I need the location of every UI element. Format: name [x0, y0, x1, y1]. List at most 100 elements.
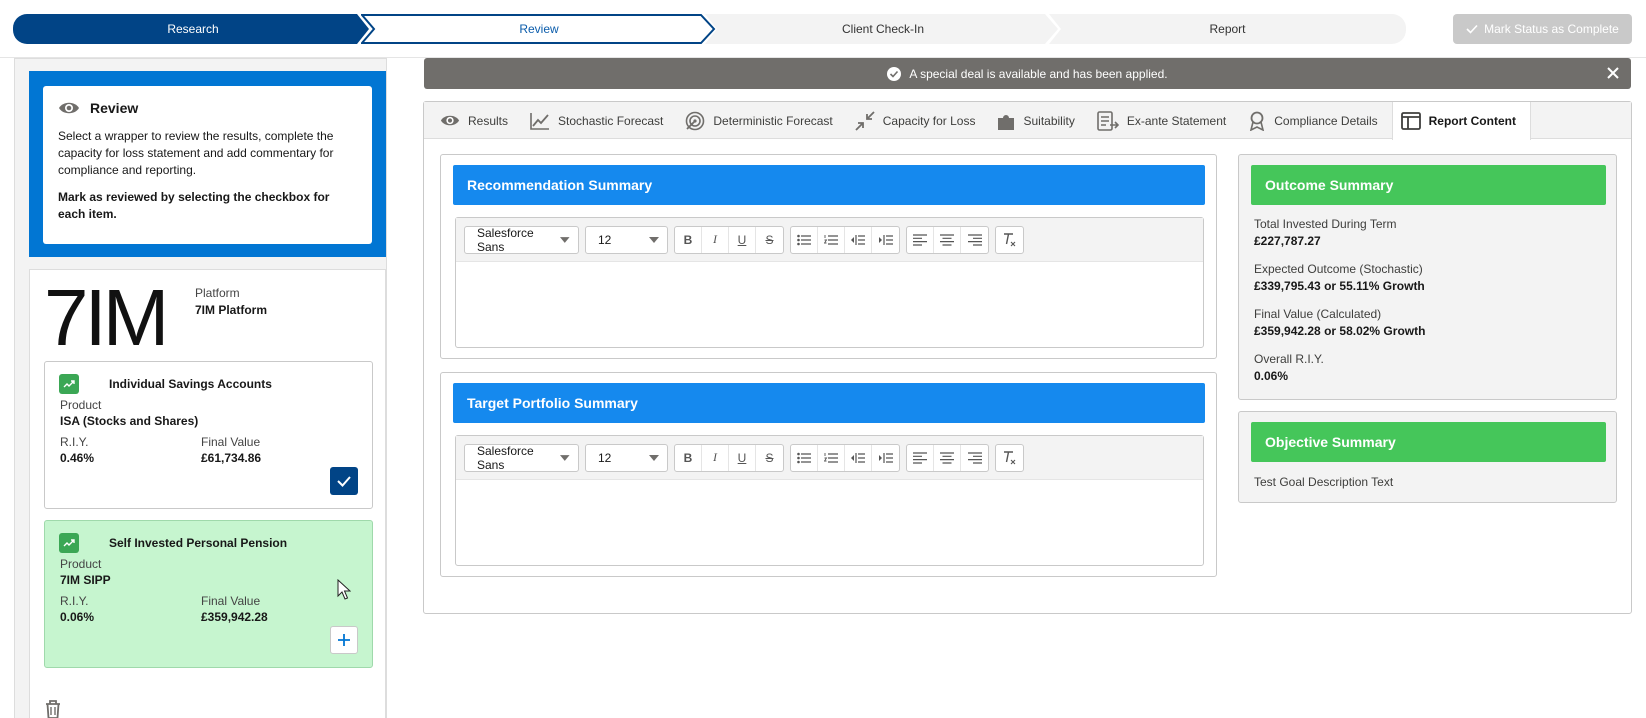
puzzle-icon [998, 114, 1015, 130]
recommendation-summary-section: Recommendation Summary Salesforce Sans 1… [440, 154, 1217, 359]
summary-label: Expected Outcome (Stochastic) [1254, 262, 1423, 276]
path-step-review[interactable]: Review [361, 14, 717, 44]
tab-compliance-details[interactable]: Compliance Details [1240, 102, 1391, 139]
indent-button[interactable] [872, 227, 899, 253]
clear-formatting-icon [1003, 232, 1015, 246]
eye-icon [59, 102, 79, 114]
tab-label: Report Content [1428, 114, 1516, 128]
wrapper-title: Self Invested Personal Pension [109, 536, 288, 550]
path-step-label: Research [167, 22, 219, 36]
tab-suitability[interactable]: Suitability [989, 102, 1088, 139]
align-center-button[interactable] [934, 444, 961, 471]
italic-button[interactable]: I [702, 444, 729, 471]
reviewed-checkbox[interactable] [330, 467, 358, 495]
chevron-down-icon [560, 236, 570, 243]
font-size-select[interactable]: 12 [585, 443, 668, 472]
font-family-select[interactable]: Salesforce Sans [464, 443, 579, 472]
align-left-button[interactable] [907, 444, 934, 471]
path-step-label: Client Check-In [841, 22, 925, 36]
tab-ex-ante-statement[interactable]: Ex-ante Statement [1089, 102, 1240, 139]
path-step-research[interactable]: Research [13, 14, 373, 44]
indent-icon [878, 452, 893, 463]
review-card: Review Select a wrapper to review the re… [43, 86, 372, 244]
bullet-list-button[interactable] [791, 444, 818, 471]
summary-label: Total Invested During Term [1254, 217, 1397, 231]
review-instructions-panel: Review Select a wrapper to review the re… [29, 71, 386, 257]
numbered-list-button[interactable] [818, 226, 845, 253]
font-family-select[interactable]: Salesforce Sans [464, 225, 579, 254]
editor-toolbar: Salesforce Sans 12 B I U S [456, 218, 1203, 262]
align-left-button[interactable] [907, 226, 934, 253]
bold-button[interactable]: B [675, 226, 702, 253]
mouse-cursor [337, 579, 351, 600]
product-label: Product [60, 557, 102, 571]
final-value: £359,942.28 [201, 610, 268, 624]
font-size-select[interactable]: 12 [585, 225, 668, 254]
path-step-client-check-in[interactable]: Client Check-In [705, 14, 1061, 44]
platform-label: Platform [195, 286, 240, 300]
riy-value: 0.06% [60, 610, 95, 624]
checkmark-icon [337, 476, 351, 487]
bullet-list-button[interactable] [791, 226, 818, 253]
special-deal-banner: A special deal is available and has been… [424, 58, 1631, 89]
summary-value: 0.06% [1254, 369, 1289, 383]
contract-arrows-icon [855, 110, 875, 131]
align-group [906, 443, 989, 472]
bold-button[interactable]: B [675, 444, 702, 471]
align-right-button[interactable] [961, 227, 988, 253]
clear-formatting-button[interactable] [996, 445, 1023, 471]
outdent-button[interactable] [845, 444, 872, 471]
product-label: Product [60, 398, 102, 412]
bullet-list-icon [797, 452, 811, 463]
tab-label: Suitability [1023, 113, 1075, 128]
outdent-icon [851, 452, 865, 463]
chart-icon [59, 374, 79, 394]
plus-icon [338, 634, 350, 646]
align-right-button[interactable] [961, 445, 988, 471]
review-instructions-text: Select a wrapper to review the results, … [58, 129, 334, 177]
mark-status-complete-button[interactable]: Mark Status as Complete [1453, 14, 1632, 44]
outdent-button[interactable] [845, 226, 872, 253]
trash-icon[interactable] [44, 699, 62, 718]
tab-report-content[interactable]: Report Content [1391, 102, 1531, 140]
close-icon[interactable] [1605, 65, 1621, 81]
outcome-summary-title: Outcome Summary [1251, 165, 1606, 205]
clear-formatting-button[interactable] [996, 227, 1023, 253]
align-group [906, 225, 989, 254]
path-step-report[interactable]: Report [1049, 14, 1406, 44]
path-steps: Research Review Client Check-In Report [13, 14, 1406, 44]
target-portfolio-summary-section: Target Portfolio Summary Salesforce Sans… [440, 372, 1217, 577]
list-group [790, 225, 900, 254]
tab-stochastic-forecast[interactable]: Stochastic Forecast [522, 102, 677, 139]
success-check-icon [887, 66, 902, 81]
wrapper-card-isa[interactable]: Individual Savings Accounts Product ISA … [44, 361, 373, 509]
review-sidebar: Review Select a wrapper to review the re… [14, 58, 387, 718]
strikethrough-button[interactable]: S [756, 227, 783, 253]
align-left-icon [913, 451, 927, 464]
strikethrough-button[interactable]: S [756, 445, 783, 471]
indent-button[interactable] [872, 445, 899, 471]
format-group: B I U S [674, 443, 784, 472]
path-step-label: Report [1209, 22, 1246, 36]
section-title: Target Portfolio Summary [453, 383, 1205, 423]
product-value: ISA (Stocks and Shares) [60, 414, 199, 428]
add-reviewed-button[interactable] [330, 626, 358, 654]
path-step-label: Review [519, 22, 559, 36]
italic-button[interactable]: I [702, 226, 729, 253]
tab-deterministic-forecast[interactable]: Deterministic Forecast [677, 102, 846, 139]
product-value: 7IM SIPP [60, 573, 111, 587]
align-center-button[interactable] [934, 226, 961, 253]
report-main-card: Results Stochastic Forecast Deterministi… [423, 101, 1632, 614]
rich-text-editor: Salesforce Sans 12 B I U S [455, 435, 1204, 566]
numbered-list-icon [824, 234, 838, 245]
numbered-list-button[interactable] [818, 444, 845, 471]
tab-label: Ex-ante Statement [1126, 113, 1227, 128]
tab-results[interactable]: Results [432, 102, 522, 139]
final-value-label: Final Value [201, 435, 261, 449]
objective-text: Test Goal Description Text [1254, 475, 1394, 489]
align-right-icon [967, 451, 982, 464]
tab-capacity-for-loss[interactable]: Capacity for Loss [847, 102, 990, 139]
underline-button[interactable]: U [729, 226, 756, 253]
underline-button[interactable]: U [729, 444, 756, 471]
wrapper-card-sipp[interactable]: Self Invested Personal Pension Product 7… [44, 520, 373, 668]
